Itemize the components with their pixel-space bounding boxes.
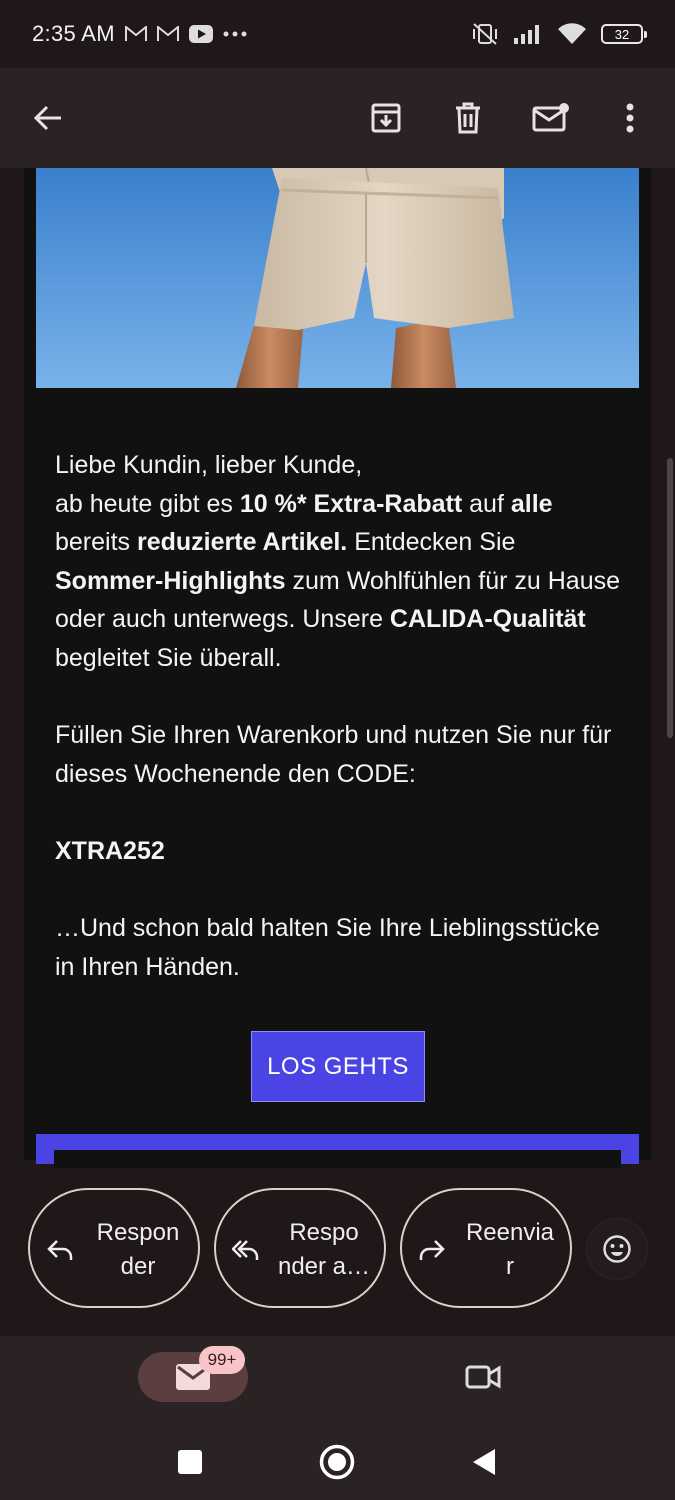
vibrate-off-icon [471,22,499,46]
recents-button[interactable] [168,1440,212,1484]
promo-bold-text: CALIDA-Qualität [389,605,586,634]
youtube-icon [188,25,213,43]
email-body[interactable]: Liebe Kundin, lieber Kunde, ab heute gib… [0,168,675,1168]
promo-bold-text: 10 %* Extra-Rabatt [239,489,463,518]
promo-bold-text: alle [510,489,553,518]
bottom-navigation: 99+ [0,1336,675,1426]
gmail-icon [124,26,147,42]
promo-text: auf [462,489,511,518]
delete-icon [456,102,480,134]
more-dots-icon [223,31,247,37]
battery-icon: 32 [601,24,647,44]
promo-bold-text: Sommer-Highlights [55,566,286,595]
emoji-reaction-button[interactable] [586,1218,648,1280]
status-time: 2:35 AM [32,21,115,46]
hero-photo-shorts [36,168,639,388]
back-button[interactable] [24,94,72,142]
delete-button[interactable] [444,94,492,142]
hero-image [36,168,639,388]
system-navigation [0,1426,675,1500]
archive-icon [371,103,401,133]
forward-icon [419,1240,445,1260]
status-right: 32 [471,22,647,46]
home-button[interactable] [315,1440,359,1484]
mail-tab[interactable]: 99+ [138,1346,248,1402]
meet-tab[interactable] [456,1352,510,1402]
closing-text: …Und schon bald halten Sie Ihre Liebling… [55,914,600,981]
wifi-icon [557,23,587,45]
promo-text: begleitet Sie überall. [55,643,282,672]
los-gehts-button[interactable]: LOS GEHTS [251,1031,425,1102]
promo-text: ab heute gibt es [55,489,240,518]
reply-all-label: Respo nder a… [277,1219,371,1280]
archive-button[interactable] [362,94,410,142]
promo-bold-text: reduzierte Artikel. [136,528,348,557]
code-intro-text: Füllen Sie Ihren Warenkorb und nutzen Si… [55,721,612,788]
discount-code: XTRA252 [55,836,165,865]
status-bar: 2:35 AM 32 [0,0,675,68]
promo-text: Entdecken Sie [347,528,516,557]
gmail-icon [156,26,179,42]
email-card: Liebe Kundin, lieber Kunde, ab heute gib… [24,168,651,1168]
back-nav-button[interactable] [462,1440,506,1484]
reply-button[interactable]: Respon der [28,1188,200,1308]
more-options-button[interactable] [606,94,654,142]
reply-actions: Respon der Respo nder a… Reenvia r [0,1168,675,1336]
video-camera-icon [465,1365,501,1389]
mark-unread-button[interactable] [527,94,575,142]
scrollbar[interactable] [667,458,673,738]
app-bar [0,68,675,168]
reply-icon [47,1240,73,1260]
emoji-icon [603,1235,631,1263]
battery-level: 32 [614,26,630,42]
footer-banner-inner [54,1150,621,1168]
promo-text: bereits [55,528,137,557]
greeting-text: Liebe Kundin, lieber Kunde, [55,451,363,479]
reply-all-icon [232,1240,259,1260]
square-icon [178,1450,202,1474]
forward-button[interactable]: Reenvia r [400,1188,572,1308]
status-left: 2:35 AM [32,21,247,47]
back-arrow-icon [33,105,61,131]
unread-badge: 99+ [199,1346,245,1374]
reply-all-button[interactable]: Respo nder a… [214,1188,386,1308]
email-text: Liebe Kundin, lieber Kunde, ab heute gib… [55,446,625,986]
forward-label: Reenvia r [465,1219,555,1280]
promo-paragraph: ab heute gibt es 10 %* Extra-Rabatt auf … [55,485,625,678]
reply-label: Respon der [96,1219,180,1280]
signal-icon [513,23,543,45]
triangle-back-icon [473,1449,495,1475]
mark-unread-icon [532,103,569,132]
circle-icon [319,1444,355,1480]
more-vert-icon [626,103,634,133]
footer-banner [36,1134,639,1168]
